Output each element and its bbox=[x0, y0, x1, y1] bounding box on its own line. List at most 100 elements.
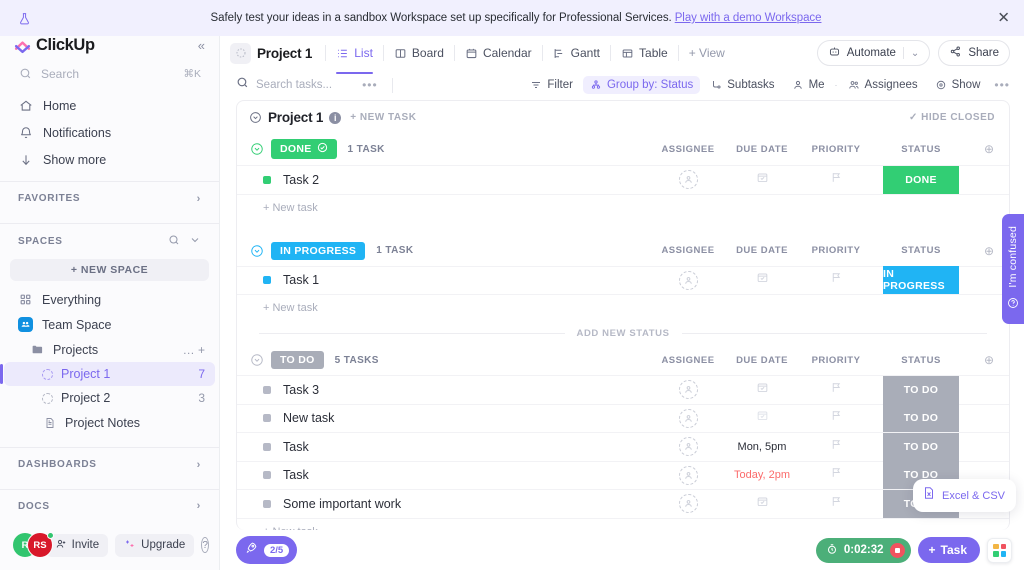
add-assignee-icon[interactable] bbox=[678, 380, 698, 400]
due-date-cell[interactable]: Today, 2pm bbox=[725, 469, 799, 481]
excel-csv-button[interactable]: Excel & CSV bbox=[913, 479, 1016, 512]
sidebar-item-team-space[interactable]: Team Space bbox=[4, 312, 215, 337]
tab-calendar[interactable]: Calendar bbox=[458, 41, 539, 65]
task-search-input[interactable]: Search tasks... bbox=[236, 76, 332, 94]
clickup-logo[interactable]: ClickUp bbox=[14, 36, 95, 55]
due-date-cell[interactable] bbox=[725, 381, 799, 399]
chevron-down-icon[interactable] bbox=[249, 111, 262, 124]
folder-actions[interactable]: … + bbox=[183, 343, 205, 357]
help-icon[interactable]: ? bbox=[201, 537, 209, 553]
invite-button[interactable]: Invite bbox=[45, 533, 109, 557]
status-value[interactable]: DONE bbox=[883, 165, 959, 194]
automate-button[interactable]: Automate ⌄ bbox=[816, 40, 931, 66]
status-badge[interactable]: DONE bbox=[271, 139, 337, 159]
task-name[interactable]: Task 3 bbox=[283, 383, 319, 397]
due-date-value[interactable]: Today, 2pm bbox=[734, 469, 790, 481]
sidebar-item-notifications[interactable]: Notifications bbox=[10, 119, 209, 146]
add-assignee-icon[interactable] bbox=[678, 494, 698, 514]
group-by-button[interactable]: Group by: Status bbox=[582, 76, 701, 94]
table-row[interactable]: New task TO DO bbox=[237, 403, 1009, 433]
search-input[interactable]: Search ⌘K bbox=[10, 61, 209, 86]
due-date-cell[interactable]: Mon, 5pm bbox=[725, 441, 799, 453]
status-cell[interactable]: TO DO bbox=[873, 432, 969, 461]
share-button[interactable]: Share bbox=[938, 40, 1010, 66]
hide-closed-button[interactable]: ✓ HIDE CLOSED bbox=[909, 112, 995, 123]
task-name[interactable]: Some important work bbox=[283, 497, 401, 511]
status-value[interactable]: IN PROGRESS bbox=[883, 266, 959, 295]
assignee-cell[interactable] bbox=[651, 494, 725, 514]
tab-list[interactable]: List bbox=[329, 41, 380, 74]
status-cell[interactable]: IN PROGRESS bbox=[873, 266, 969, 295]
chevron-right-icon[interactable]: › bbox=[197, 459, 201, 471]
add-new-status-button[interactable]: ADD NEW STATUS bbox=[577, 328, 670, 339]
sidebar-section-dashboards[interactable]: DASHBOARDS › bbox=[0, 448, 219, 481]
stop-timer-button[interactable] bbox=[889, 542, 905, 558]
timer-button[interactable]: 0:02:32 bbox=[815, 537, 911, 563]
tab-table[interactable]: Table bbox=[614, 41, 675, 65]
collapse-group-icon[interactable] bbox=[249, 353, 264, 368]
sidebar-section-docs[interactable]: DOCS › bbox=[0, 489, 219, 522]
table-row[interactable]: Task 2 DONE bbox=[237, 165, 1009, 194]
chevron-down-icon[interactable] bbox=[189, 234, 201, 249]
status-value[interactable]: TO DO bbox=[883, 404, 959, 433]
priority-cell[interactable] bbox=[799, 171, 873, 189]
status-cell[interactable]: TO DO bbox=[873, 375, 969, 404]
close-icon[interactable]: ✕ bbox=[997, 11, 1010, 26]
task-name[interactable]: New task bbox=[283, 411, 334, 425]
table-row[interactable]: Task 1 IN PROGRESS bbox=[237, 265, 1009, 295]
due-date-cell[interactable] bbox=[725, 171, 799, 189]
subtasks-button[interactable]: Subtasks bbox=[703, 76, 781, 94]
due-date-cell[interactable] bbox=[725, 271, 799, 289]
add-assignee-icon[interactable] bbox=[678, 437, 698, 457]
tab-gantt[interactable]: Gantt bbox=[546, 41, 607, 65]
chevron-right-icon[interactable]: › bbox=[197, 193, 201, 205]
demo-workspace-link[interactable]: Play with a demo Workspace bbox=[675, 12, 822, 24]
info-icon[interactable]: i bbox=[329, 111, 342, 124]
due-date-cell[interactable] bbox=[725, 409, 799, 427]
sidebar-item-everything[interactable]: Everything bbox=[4, 287, 215, 312]
assignee-cell[interactable] bbox=[651, 170, 725, 190]
priority-cell[interactable] bbox=[799, 409, 873, 427]
more-options-icon[interactable]: ••• bbox=[362, 78, 378, 92]
me-button[interactable]: Me bbox=[785, 76, 832, 94]
priority-cell[interactable] bbox=[799, 438, 873, 456]
status-value[interactable]: TO DO bbox=[883, 375, 959, 404]
assignee-cell[interactable] bbox=[651, 270, 725, 290]
add-assignee-icon[interactable] bbox=[678, 270, 698, 290]
add-task-row[interactable]: + New task bbox=[237, 294, 1009, 322]
priority-cell[interactable] bbox=[799, 466, 873, 484]
assignee-cell[interactable] bbox=[651, 380, 725, 400]
table-row[interactable]: Task 3 TO DO bbox=[237, 375, 1009, 404]
table-row[interactable]: Some important work TO bbox=[237, 489, 1009, 518]
table-row[interactable]: Task Mon, 5pm TO DO bbox=[237, 432, 1009, 461]
assignee-cell[interactable] bbox=[651, 465, 725, 485]
add-assignee-icon[interactable] bbox=[678, 465, 698, 485]
status-cell[interactable]: DONE bbox=[873, 165, 969, 194]
status-badge[interactable]: IN PROGRESS bbox=[271, 241, 366, 260]
add-column-button[interactable]: ⊕ bbox=[969, 142, 1009, 156]
onboarding-progress-button[interactable]: 2/5 bbox=[236, 536, 298, 564]
table-row[interactable]: Task Today, 2pm TO DO bbox=[237, 460, 1009, 490]
avatar-group[interactable]: R RS bbox=[12, 532, 54, 558]
new-task-button[interactable]: + NEW TASK bbox=[350, 112, 416, 123]
sidebar-section-favorites[interactable]: FAVORITES › bbox=[0, 182, 219, 215]
assignee-cell[interactable] bbox=[651, 437, 725, 457]
task-name[interactable]: Task 2 bbox=[283, 173, 319, 187]
task-name[interactable]: Task bbox=[283, 468, 309, 482]
collapse-group-icon[interactable] bbox=[249, 243, 264, 258]
priority-cell[interactable] bbox=[799, 381, 873, 399]
sidebar-section-spaces[interactable]: SPACES bbox=[0, 223, 219, 259]
add-view-button[interactable]: + View bbox=[682, 41, 732, 65]
collapse-sidebar-icon[interactable]: « bbox=[198, 38, 205, 53]
task-name[interactable]: Task 1 bbox=[283, 273, 319, 287]
add-assignee-icon[interactable] bbox=[678, 408, 698, 428]
chevron-right-icon[interactable]: › bbox=[197, 500, 201, 512]
add-task-row[interactable]: + New task bbox=[237, 193, 1009, 222]
sidebar-item-project-notes[interactable]: Project Notes bbox=[4, 410, 215, 435]
due-date-value[interactable]: Mon, 5pm bbox=[738, 441, 787, 453]
task-name[interactable]: Task bbox=[283, 440, 309, 454]
status-cell[interactable]: TO DO bbox=[873, 404, 969, 433]
upgrade-button[interactable]: Upgrade bbox=[115, 533, 195, 557]
add-task-row[interactable]: + New task bbox=[237, 517, 1009, 530]
chevron-down-icon[interactable]: ⌄ bbox=[911, 48, 919, 59]
